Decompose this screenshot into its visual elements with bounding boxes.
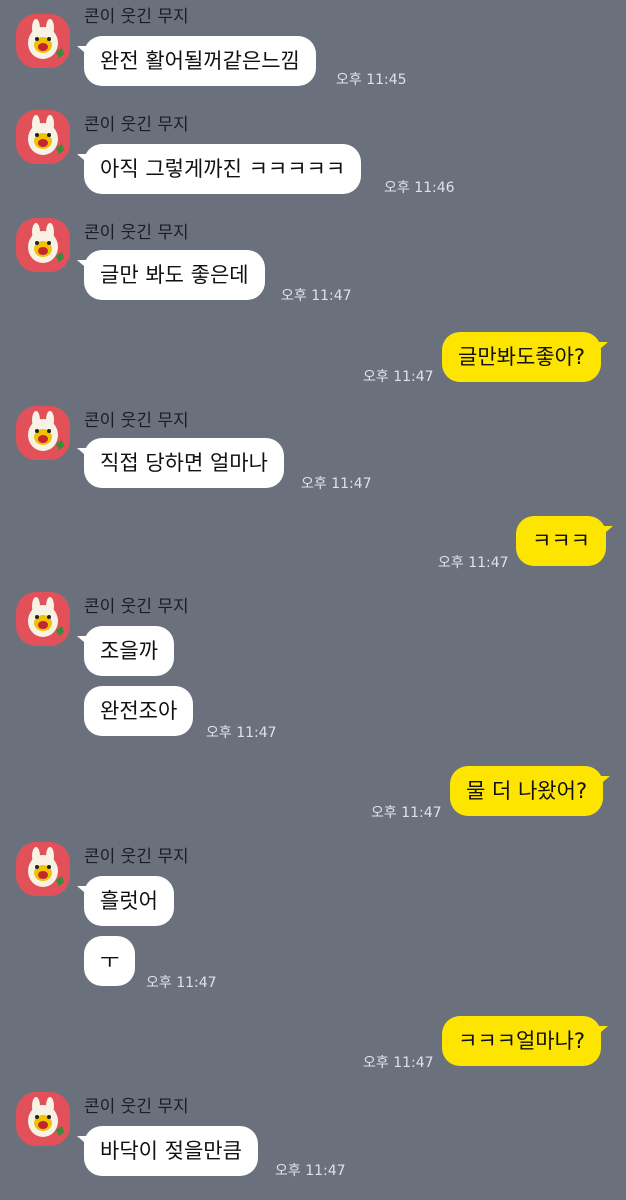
message-timestamp: 오후 11:47 bbox=[301, 476, 372, 492]
sender-avatar[interactable] bbox=[16, 406, 70, 460]
message-timestamp: 오후 11:47 bbox=[371, 805, 442, 821]
sender-name: 콘이 웃긴 무지 bbox=[84, 115, 189, 135]
sender-avatar[interactable] bbox=[16, 1092, 70, 1146]
sender-name: 콘이 웃긴 무지 bbox=[84, 411, 189, 431]
muji-character-icon bbox=[28, 847, 64, 887]
incoming-message-bubble[interactable]: 직접 당하면 얼마나 bbox=[77, 438, 284, 488]
message-timestamp: 오후 11:46 bbox=[384, 180, 455, 196]
muji-character-icon bbox=[28, 115, 64, 155]
outgoing-message-bubble[interactable]: ㅋㅋㅋ얼마나? bbox=[442, 1016, 609, 1066]
sender-avatar[interactable] bbox=[16, 842, 70, 896]
incoming-message-bubble[interactable]: 흘럿어 bbox=[77, 876, 174, 926]
sender-avatar[interactable] bbox=[16, 592, 70, 646]
incoming-message-bubble[interactable]: 바닥이 젖을만큼 bbox=[77, 1126, 258, 1176]
message-timestamp: 오후 11:47 bbox=[363, 1055, 434, 1071]
muji-character-icon bbox=[28, 1097, 64, 1137]
incoming-message-bubble[interactable]: 아직 그렇게까진 ㅋㅋㅋㅋㅋ bbox=[76, 144, 362, 194]
message-timestamp: 오후 11:47 bbox=[275, 1163, 346, 1179]
sender-name: 콘이 웃긴 무지 bbox=[84, 847, 189, 867]
sender-avatar[interactable] bbox=[16, 14, 70, 68]
message-timestamp: 오후 11:45 bbox=[336, 72, 407, 88]
outgoing-message-bubble[interactable]: 글만봐도좋아? bbox=[442, 332, 609, 382]
sender-name: 콘이 웃긴 무지 bbox=[84, 597, 189, 617]
message-timestamp: 오후 11:47 bbox=[146, 975, 217, 991]
incoming-message-bubble[interactable]: 완전조아 bbox=[84, 686, 194, 736]
sender-avatar[interactable] bbox=[16, 110, 70, 164]
message-timestamp: 오후 11:47 bbox=[281, 288, 352, 304]
incoming-message-bubble[interactable]: 조을까 bbox=[77, 626, 174, 676]
muji-character-icon bbox=[28, 223, 64, 263]
outgoing-message-bubble[interactable]: ㅋㅋㅋ bbox=[516, 516, 613, 566]
muji-character-icon bbox=[28, 411, 64, 451]
sender-name: 콘이 웃긴 무지 bbox=[84, 1097, 189, 1117]
sender-avatar[interactable] bbox=[16, 218, 70, 272]
sender-name: 콘이 웃긴 무지 bbox=[84, 223, 189, 243]
chat-message-list[interactable]: 콘이 웃긴 무지 완전 활어될꺼같은느낌 오후 11:45 콘이 웃긴 무지 아… bbox=[0, 0, 626, 1200]
message-timestamp: 오후 11:47 bbox=[363, 369, 434, 385]
muji-character-icon bbox=[28, 19, 64, 59]
sender-name: 콘이 웃긴 무지 bbox=[84, 7, 189, 27]
incoming-message-bubble[interactable]: 완전 활어될꺼같은느낌 bbox=[77, 36, 316, 86]
outgoing-message-bubble[interactable]: 물 더 나왔어? bbox=[450, 766, 611, 816]
message-timestamp: 오후 11:47 bbox=[438, 555, 509, 571]
message-timestamp: 오후 11:47 bbox=[206, 725, 277, 741]
incoming-message-bubble[interactable]: ㅜ bbox=[84, 936, 136, 986]
incoming-message-bubble[interactable]: 글만 봐도 좋은데 bbox=[77, 250, 265, 300]
muji-character-icon bbox=[28, 597, 64, 637]
